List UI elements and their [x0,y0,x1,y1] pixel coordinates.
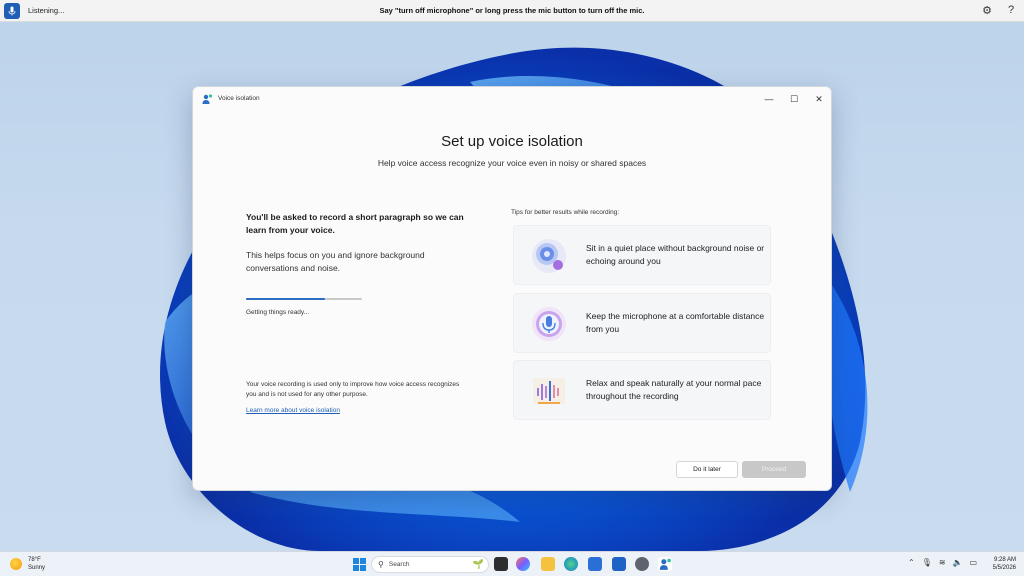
edge-icon[interactable] [564,557,578,571]
weather-temperature: 78°F [28,557,41,563]
start-button[interactable] [353,558,366,571]
system-tray: ⌃ 🎙 ≋ 🔈 ▭ [908,558,977,567]
voice-access-taskbar-icon[interactable] [658,557,672,571]
progress-fill [246,298,325,300]
wifi-icon[interactable]: ≋ [939,558,946,567]
sun-icon [10,558,22,570]
task-view-icon[interactable] [494,557,508,571]
taskbar: 78°F Sunny ⚲ Search 🌱 ⌃ 🎙 ≋ 🔈 ▭ 9:28 AM … [0,551,1024,576]
maximize-button[interactable]: ☐ [784,91,804,107]
weather-widget[interactable]: 78°F Sunny [10,556,45,572]
page-title: Set up voice isolation [441,133,583,150]
search-highlight-icon: 🌱 [472,559,484,569]
title-bar: Voice isolation — ☐ ✕ [193,87,831,111]
quiet-place-icon [532,239,566,273]
learn-more-link[interactable]: Learn more about voice isolation [246,407,340,414]
tip-card: Keep the microphone at a comfortable dis… [513,293,771,353]
clock-time: 9:28 AM [993,557,1016,563]
weather-condition: Sunny [28,565,46,571]
intro-bold-text: You'll be asked to record a short paragr… [246,212,464,235]
file-explorer-icon[interactable] [541,557,555,571]
search-icon: ⚲ [378,560,384,569]
tip-text: Sit in a quiet place without background … [586,243,765,266]
chevron-up-icon[interactable]: ⌃ [908,558,915,567]
tip-text: Keep the microphone at a comfortable dis… [586,311,765,334]
tip-card: Sit in a quiet place without background … [513,225,771,285]
privacy-note: Your voice recording is used only to imp… [246,381,460,398]
help-icon[interactable]: ? [1004,3,1018,17]
settings-app-icon[interactable] [635,557,649,571]
tip-card: Relax and speak naturally at your normal… [513,360,771,420]
taskbar-clock[interactable]: 9:28 AM 5/5/2026 [986,556,1016,572]
clock-date: 5/5/2026 [992,565,1016,571]
page-subtitle: Help voice access recognize your voice e… [377,158,647,168]
search-placeholder: Search [388,561,410,568]
listening-status: Listening... [28,6,65,15]
voice-access-app-icon [202,94,213,104]
microphone-icon[interactable] [4,2,20,19]
volume-icon[interactable]: 🔈 [953,558,963,567]
intro-body-text: This helps focus on you and ignore backg… [246,250,425,273]
microphone-distance-icon [532,307,566,341]
do-it-later-button[interactable]: Do it later [676,461,738,478]
copilot-icon[interactable] [516,557,530,571]
tip-text: Relax and speak naturally at your normal… [586,378,762,401]
progress-label: Getting things ready... [246,309,310,316]
microphone-tray-icon[interactable]: 🎙 [922,558,932,567]
tips-label: Tips for better results while recording: [511,209,620,216]
voice-isolation-dialog: Voice isolation — ☐ ✕ Set up voice isola… [192,86,832,491]
store-icon[interactable] [588,557,602,571]
proceed-button[interactable]: Proceed [742,461,806,478]
taskbar-search[interactable]: ⚲ Search 🌱 [371,556,489,573]
voice-access-bar: Listening... Say "turn off microphone" o… [0,0,1024,22]
window-title: Voice isolation [218,95,260,102]
minimize-button[interactable]: — [759,91,779,107]
battery-icon[interactable]: ▭ [970,558,978,567]
outlook-icon[interactable] [612,557,626,571]
close-button[interactable]: ✕ [809,91,829,107]
voice-hint-text: Say "turn off microphone" or long press … [379,6,645,15]
progress-bar [246,298,362,300]
speak-naturally-icon [533,378,565,404]
settings-icon[interactable]: ⚙ [980,3,994,17]
